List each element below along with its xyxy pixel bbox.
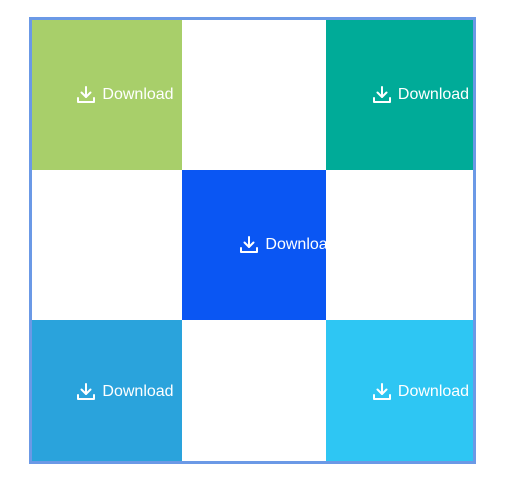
download-tile-grid: Download Download Download Download Down…	[29, 17, 476, 464]
tile-empty	[182, 320, 326, 461]
download-label: Download	[102, 383, 174, 400]
download-icon	[76, 85, 96, 105]
tile-cyan: Download	[326, 320, 473, 461]
tile-empty	[182, 20, 326, 170]
download-label: Download	[102, 86, 174, 103]
tile-empty	[326, 170, 473, 320]
download-label: Download	[397, 383, 470, 400]
tile-green: Download	[32, 20, 182, 170]
tile-empty	[32, 170, 182, 320]
tile-blue: Download	[182, 170, 337, 320]
download-button-cyan[interactable]: Download	[372, 382, 469, 402]
tile-sky-blue: Download	[32, 320, 182, 461]
tile-teal: Download	[326, 20, 473, 170]
download-button-blue[interactable]: Download	[239, 235, 337, 255]
download-icon	[372, 382, 392, 402]
download-icon	[76, 382, 96, 402]
download-icon	[239, 235, 259, 255]
download-button-green[interactable]: Download	[76, 85, 174, 105]
download-button-teal[interactable]: Download	[372, 85, 469, 105]
download-label: Download	[397, 86, 470, 103]
download-icon	[372, 85, 392, 105]
download-button-sky-blue[interactable]: Download	[76, 382, 174, 402]
